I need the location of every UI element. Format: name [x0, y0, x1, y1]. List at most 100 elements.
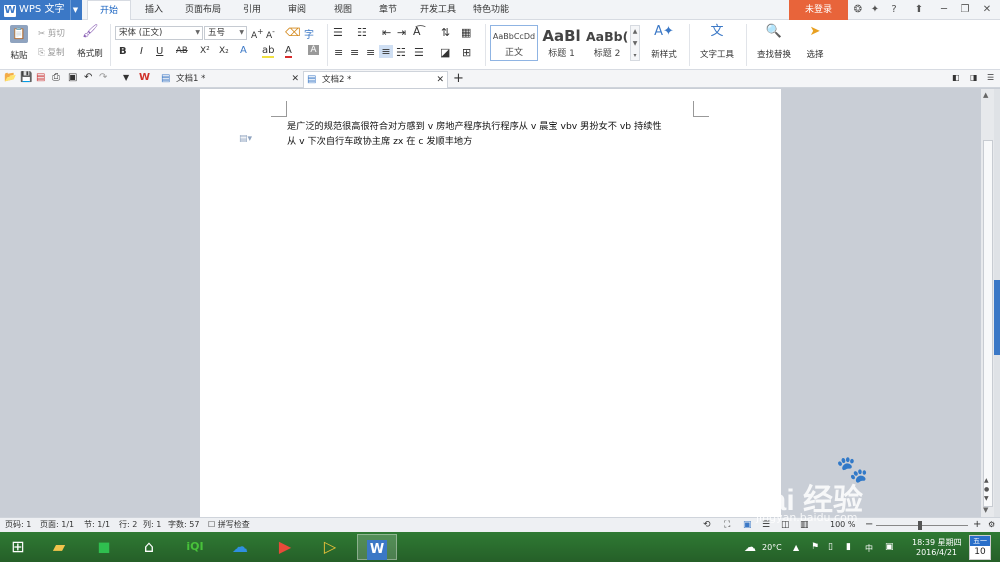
chinese-layout-icon[interactable]: A͡ [413, 25, 421, 38]
minimize-icon[interactable]: ─ [937, 3, 951, 17]
decrease-indent-icon[interactable]: ⇤ [382, 26, 391, 39]
style-heading-2[interactable]: AaBb( 标题 2 [585, 25, 629, 61]
superscript-button[interactable]: X² [200, 46, 210, 56]
fullscreen-icon[interactable]: ⛶ [724, 518, 730, 532]
store-icon[interactable]: ◼ [89, 534, 119, 560]
weather-icon[interactable]: ☁ [744, 540, 756, 554]
clock-time[interactable]: 18:39 星期四 [912, 537, 962, 548]
settings-icon[interactable]: ⚙ [988, 518, 995, 532]
close-icon[interactable]: ✕ [436, 72, 444, 88]
phonetic-icon[interactable]: 字 [304, 26, 314, 41]
italic-button[interactable]: I [140, 46, 143, 57]
login-button[interactable]: 未登录 [789, 0, 848, 20]
scroll-nav-icons[interactable]: ▲ ● ▼ [984, 476, 989, 503]
file-explorer-icon[interactable]: ▰ [44, 534, 74, 560]
scroll-up-icon[interactable]: ▲ [983, 91, 988, 99]
skin-icon[interactable]: ❂ [851, 3, 865, 17]
spell-check-toggle[interactable]: ☐ 拼写检查 [208, 518, 250, 532]
font-name-select[interactable]: 宋体 (正文) ▼ [115, 26, 203, 40]
zoom-in-icon[interactable]: + [973, 518, 981, 532]
style-heading-1[interactable]: AaBl 标题 1 [539, 25, 584, 61]
table-icon[interactable]: ▦ [461, 26, 471, 39]
numbering-icon[interactable]: ☷ [357, 26, 367, 39]
bold-button[interactable]: B [119, 46, 127, 57]
document-page[interactable] [200, 89, 781, 517]
find-replace-button[interactable]: 🔍 查找替换 [750, 25, 798, 60]
restore-icon[interactable]: ❐ [958, 3, 972, 17]
tray-expand-icon[interactable]: ▲ [793, 543, 799, 552]
subscript-button[interactable]: X₂ [219, 46, 229, 56]
battery-icon[interactable]: ▯ [828, 542, 833, 552]
font-size-select[interactable]: 五号 ▼ [204, 26, 247, 40]
baidu-cloud-icon[interactable]: ☁ [225, 534, 255, 560]
media-player-icon[interactable]: ▶ [270, 534, 300, 560]
text-effect-icon[interactable]: A [240, 45, 247, 56]
select-button[interactable]: ➤ 选择 [800, 25, 830, 60]
panel-icon[interactable]: ◧ [952, 73, 960, 82]
windows-start-icon[interactable]: ⊞ [3, 534, 33, 560]
line-spacing-icon[interactable]: ☰ [414, 46, 424, 59]
list-icon[interactable]: ☰ [987, 73, 994, 82]
tab-chapter[interactable]: 章节 [371, 0, 405, 20]
wps-taskbar-icon[interactable]: W [357, 534, 397, 560]
tab-features[interactable]: 特色功能 [468, 0, 514, 20]
align-center-icon[interactable]: ≡ [350, 46, 359, 59]
new-style-button[interactable]: A✦ 新样式 [644, 25, 684, 60]
scrollbar-thumb[interactable] [983, 140, 993, 507]
wps-app-button[interactable]: W WPS 文字 ▼ [0, 0, 82, 20]
underline-button[interactable]: U [156, 46, 163, 57]
text-tools-button[interactable]: 文 文字工具 [693, 25, 741, 60]
grow-font-button[interactable]: A+ [251, 27, 263, 41]
font-color-icon[interactable]: A [285, 45, 292, 58]
shirt-icon[interactable]: ✦ [868, 3, 882, 17]
style-gallery-scroll[interactable]: ▲ ▼ ▾ [630, 25, 640, 61]
iqiyi-icon[interactable]: iQI [180, 534, 210, 560]
redo-icon[interactable]: ↷ [99, 72, 107, 83]
doc-tab-1[interactable]: ▤ 文档1 * ✕ [158, 71, 302, 88]
side-panel-toggle[interactable] [994, 280, 1000, 355]
panel-icon[interactable]: ◨ [970, 73, 978, 82]
doc-tab-2[interactable]: ▤ 文档2 * ✕ [303, 71, 448, 88]
clear-format-icon[interactable]: ⌫ [285, 26, 301, 39]
tab-developer[interactable]: 开发工具 [416, 0, 460, 20]
close-icon[interactable]: ✕ [980, 3, 994, 17]
char-shading-icon[interactable]: A [308, 45, 319, 55]
preview-icon[interactable]: ▣ [68, 72, 77, 83]
sort-icon[interactable]: ⇅ [441, 26, 450, 39]
undo-icon[interactable]: ↶ [84, 72, 92, 83]
paste-button[interactable]: 📋 粘贴 [5, 25, 33, 61]
pdf-icon[interactable]: ▤ [36, 72, 45, 83]
tab-page-layout[interactable]: 页面布局 [177, 0, 229, 20]
format-painter-button[interactable]: 🖌 格式刷 [76, 25, 104, 59]
network-icon[interactable]: ▮ [846, 542, 851, 552]
justify-icon[interactable]: ≡ [379, 45, 393, 58]
help-icon[interactable]: ? [886, 3, 902, 17]
wps-home-icon[interactable]: W [139, 72, 150, 83]
revision-icon[interactable]: ⟲ [703, 518, 711, 532]
highlight-icon[interactable]: ab [262, 45, 275, 58]
tab-review[interactable]: 审阅 [280, 0, 314, 20]
increase-indent-icon[interactable]: ⇥ [397, 26, 406, 39]
close-icon[interactable]: ✕ [291, 71, 299, 87]
zoom-slider[interactable] [876, 525, 968, 526]
chevron-down-icon[interactable]: ▼ [70, 0, 80, 20]
ime-indicator[interactable]: 中 [865, 543, 873, 554]
align-left-icon[interactable]: ≡ [334, 46, 343, 59]
save-icon[interactable]: 💾 [20, 72, 32, 83]
home-icon[interactable]: ⌂ [134, 534, 164, 560]
shrink-font-button[interactable]: A- [266, 27, 275, 41]
video-player-icon[interactable]: ▷ [315, 534, 345, 560]
document-text[interactable]: 是广泛的规范很高很符合对方感到 v 房地产程序执行程序从 v 晨宝 vbv 男扮… [287, 119, 697, 149]
paragraph-layout-icon[interactable]: ▤▾ [239, 134, 252, 144]
upload-icon[interactable]: ⬆ [912, 3, 926, 17]
distribute-icon[interactable]: ☵ [396, 46, 406, 59]
calendar-widget[interactable]: 五一 10 [969, 535, 991, 560]
tab-view[interactable]: 视图 [326, 0, 360, 20]
border-icon[interactable]: ⊞ [462, 46, 471, 59]
chevron-down-icon[interactable]: ▼ [123, 73, 129, 82]
shading-icon[interactable]: ◪ [440, 46, 450, 59]
style-normal[interactable]: AaBbCcDd 正文 [490, 25, 538, 61]
tab-references[interactable]: 引用 [235, 0, 269, 20]
copy-button[interactable]: ⎘ 复制 [38, 46, 65, 58]
clock-date[interactable]: 2016/4/21 [916, 548, 957, 557]
